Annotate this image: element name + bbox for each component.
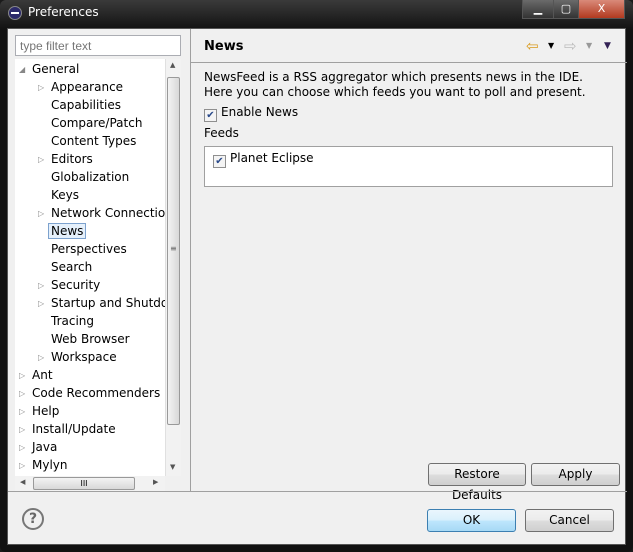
forward-arrow-icon[interactable]: ⇨ (564, 37, 577, 55)
cancel-button[interactable]: Cancel (525, 509, 614, 532)
tree-item-tracing[interactable]: Tracing (51, 313, 94, 330)
splitter[interactable] (190, 29, 191, 491)
tree-item-workspace[interactable]: ▷ Workspace (38, 349, 117, 366)
restore-defaults-button[interactable]: Restore Defaults (428, 463, 526, 502)
tree-item-startup-and-shutdown[interactable]: ▷ Startup and Shutdown (38, 295, 181, 312)
feed-item-planet-eclipse[interactable]: ✔ Planet Eclipse (213, 151, 314, 168)
tree-item-label: Help (32, 404, 60, 418)
tree-item-label: Code Recommenders (32, 386, 161, 400)
tree-item-label: Java (32, 440, 58, 454)
feeds-label: Feeds (204, 126, 239, 140)
tree-item-label: News (48, 223, 87, 239)
scroll-left-icon[interactable]: ◀ (20, 478, 25, 486)
collapsed-icon[interactable]: ▷ (19, 385, 29, 402)
tree-item-appearance[interactable]: ▷ Appearance (38, 79, 124, 96)
tree-item-code-recommenders[interactable]: ▷ Code Recommenders (19, 385, 161, 402)
tree-item-label: Perspectives (51, 242, 127, 256)
tree-item-label: Globalization (51, 170, 130, 184)
apply-button[interactable]: Apply (531, 463, 620, 486)
tree-item-network-connections[interactable]: ▷ Network Connections (38, 205, 180, 222)
tree-item-label: Appearance (51, 80, 124, 94)
tree-item-label: Compare/Patch (51, 116, 143, 130)
tree-item-search[interactable]: Search (51, 259, 92, 276)
checkbox-icon: ✔ (213, 155, 226, 168)
collapsed-icon[interactable]: ▷ (38, 277, 48, 294)
footer-separator (8, 491, 627, 492)
collapsed-icon[interactable]: ▷ (38, 295, 48, 312)
tree-item-label: Mylyn (32, 458, 68, 472)
view-menu-icon[interactable]: ▼ (604, 41, 611, 51)
tree-item-compare-patch[interactable]: Compare/Patch (51, 115, 142, 132)
collapsed-icon[interactable]: ▷ (38, 205, 48, 222)
collapsed-icon[interactable]: ▷ (38, 349, 48, 366)
tree-item-label: Web Browser (51, 332, 130, 346)
hscroll-thumb[interactable]: III (33, 477, 135, 490)
tree-item-keys[interactable]: Keys (51, 187, 79, 204)
minimize-button[interactable]: ▁ (522, 0, 554, 19)
tree-item-label: Network Connections (51, 206, 180, 220)
page-title: News (204, 39, 244, 54)
ok-button[interactable]: OK (427, 509, 516, 532)
tree-item-ant[interactable]: ▷ Ant (19, 367, 53, 384)
feed-label: Planet Eclipse (230, 151, 314, 165)
tree-item-label: Editors (51, 152, 93, 166)
header-separator (191, 62, 627, 63)
tree-item-general[interactable]: ◢ General (19, 61, 80, 78)
scroll-right-icon[interactable]: ▶ (153, 478, 158, 486)
eclipse-icon (8, 6, 22, 20)
back-arrow-icon[interactable]: ⇦ (526, 37, 539, 55)
tree-item-label: Capabilities (51, 98, 121, 112)
enable-news-checkbox[interactable]: ✔ Enable News (204, 105, 298, 122)
tree-item-label: Search (51, 260, 93, 274)
tree-item-label: Install/Update (32, 422, 116, 436)
filter-input[interactable] (15, 35, 181, 56)
tree-item-label: Security (51, 278, 101, 292)
tree-item-capabilities[interactable]: Capabilities (51, 97, 121, 114)
scroll-down-icon[interactable]: ▼ (170, 463, 175, 471)
tree-item-label: Workspace (51, 350, 117, 364)
tree-item-help[interactable]: ▷ Help (19, 403, 60, 420)
help-icon[interactable]: ? (22, 508, 44, 530)
window-title: Preferences (28, 5, 99, 19)
tree-item-label: Content Types (51, 134, 137, 148)
maximize-button[interactable]: ▢ (553, 0, 579, 19)
tree-item-security[interactable]: ▷ Security (38, 277, 101, 294)
collapsed-icon[interactable]: ▷ (19, 403, 29, 420)
tree-item-install-update[interactable]: ▷ Install/Update (19, 421, 116, 438)
collapsed-icon[interactable]: ▷ (38, 79, 48, 96)
tree-item-label: Tracing (51, 314, 95, 328)
tree-item-label: Startup and Shutdown (51, 296, 181, 310)
back-dropdown-icon[interactable]: ▼ (548, 41, 554, 50)
preferences-window: Preferences ▁ ▢ X ◢General▷AppearanceCap… (0, 0, 633, 552)
preferences-tree: ◢ General ▷ Appearance Capabilities Compare/P… (15, 59, 181, 476)
tree-item-java[interactable]: ▷ Java (19, 439, 58, 456)
collapsed-icon[interactable]: ▷ (19, 367, 29, 384)
enable-news-label: Enable News (221, 105, 299, 119)
tree-item-perspectives[interactable]: Perspectives (51, 241, 127, 258)
tree-horizontal-scrollbar[interactable]: ◀ III ▶ (15, 476, 165, 492)
tree-item-label: Keys (51, 188, 80, 202)
collapsed-icon[interactable]: ▷ (19, 421, 29, 438)
tree-item-label: General (32, 62, 80, 76)
scroll-up-icon[interactable]: ▲ (170, 61, 175, 69)
tree-item-label: Ant (32, 368, 53, 382)
checkbox-icon: ✔ (204, 109, 217, 122)
tree-item-mylyn[interactable]: ▷ Mylyn (19, 457, 68, 474)
tree-item-globalization[interactable]: Globalization (51, 169, 129, 186)
scroll-thumb[interactable]: ≡ (167, 77, 180, 425)
tree-vertical-scrollbar[interactable]: ▲ ≡ ▼ (165, 59, 181, 476)
tree-item-web-browser[interactable]: Web Browser (51, 331, 130, 348)
forward-dropdown-icon[interactable]: ▼ (586, 41, 592, 50)
collapsed-icon[interactable]: ▷ (19, 439, 29, 456)
close-button[interactable]: X (578, 0, 625, 19)
tree-item-editors[interactable]: ▷ Editors (38, 151, 93, 168)
dialog-content: ◢General▷AppearanceCapabilitiesCompare/P… (7, 28, 627, 545)
page-description: NewsFeed is a RSS aggregator which prese… (204, 70, 586, 99)
collapsed-icon[interactable]: ▷ (19, 457, 29, 474)
expanded-icon[interactable]: ◢ (19, 61, 29, 78)
tree-item-news[interactable]: News (48, 223, 87, 240)
tree-item-content-types[interactable]: Content Types (51, 133, 136, 150)
feeds-list: ✔ Planet Eclipse (204, 146, 613, 187)
collapsed-icon[interactable]: ▷ (38, 151, 48, 168)
